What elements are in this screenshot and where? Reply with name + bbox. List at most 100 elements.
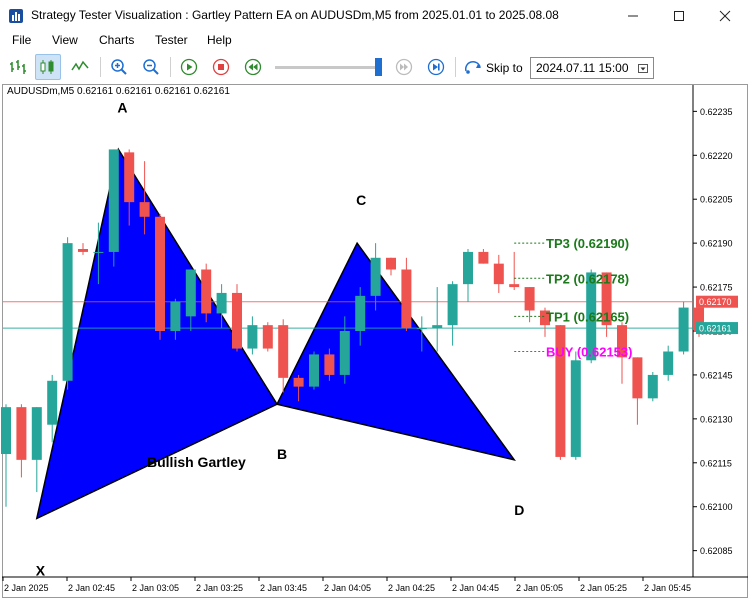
pattern-name-label: Bullish Gartley xyxy=(147,454,246,470)
line-chart-icon xyxy=(71,60,89,71)
candle-29 xyxy=(447,281,458,346)
window-title: Strategy Tester Visualization : Gartley … xyxy=(31,8,559,22)
time-tick-label-1: 2 Jan 02:45 xyxy=(68,583,115,593)
candle-body xyxy=(678,307,689,352)
candle-body xyxy=(293,377,304,387)
candle-28 xyxy=(432,287,443,352)
candle-33 xyxy=(509,251,520,290)
toolbar-separator xyxy=(170,57,171,77)
candle-body xyxy=(524,287,535,311)
candle-body xyxy=(139,202,150,217)
candle-body xyxy=(432,325,443,329)
candle-body xyxy=(232,292,242,349)
skip-to-label: Skip to xyxy=(486,61,523,75)
speed-slider-thumb[interactable] xyxy=(375,58,382,76)
price-tick-label-7: 0.62130 xyxy=(700,414,733,424)
candlestick-button[interactable] xyxy=(35,54,61,80)
time-tick-label-2: 2 Jan 03:05 xyxy=(132,583,179,593)
level-label-2: TP1 (0.62165) xyxy=(546,309,629,324)
candle-body xyxy=(447,284,458,326)
bar-chart-button[interactable] xyxy=(5,54,31,80)
menu-charts[interactable]: Charts xyxy=(99,33,134,47)
candle-1 xyxy=(16,404,27,478)
play-icon xyxy=(180,58,198,76)
maximize-icon xyxy=(674,10,684,21)
stop-button[interactable] xyxy=(208,54,234,80)
candle-32 xyxy=(493,254,504,293)
candle-body xyxy=(370,257,381,296)
level-label-1: TP2 (0.62178) xyxy=(546,271,629,286)
symbol-ohlc-info: AUDUSDm,M5 0.62161 0.62161 0.62161 0.621… xyxy=(7,86,230,97)
time-tick-label-8: 2 Jan 05:05 xyxy=(516,583,563,593)
calendar-dropdown-icon[interactable] xyxy=(635,60,651,76)
price-tick-label-3: 0.62190 xyxy=(700,239,733,249)
candle-body xyxy=(647,374,658,399)
stop-icon xyxy=(212,58,230,76)
candle-body xyxy=(31,407,42,460)
candle-body xyxy=(339,331,350,375)
zoom-out-button[interactable] xyxy=(138,54,164,80)
line-chart-button[interactable] xyxy=(67,54,93,80)
candle-10 xyxy=(155,213,165,340)
price-tick-label-8: 0.62115 xyxy=(700,458,732,468)
candle-body xyxy=(247,325,258,349)
menu-help[interactable]: Help xyxy=(207,33,232,47)
menu-file[interactable]: File xyxy=(12,33,31,47)
skip-to-button[interactable] xyxy=(460,54,486,80)
candle-body xyxy=(632,357,643,399)
bid-price-label: 0.62161 xyxy=(699,324,732,334)
level-label-3: BUY (0.62153) xyxy=(546,345,632,360)
point-label-a: A xyxy=(117,99,127,115)
zoom-in-button[interactable] xyxy=(106,54,132,80)
pattern-triangle-bcd xyxy=(275,241,516,462)
rewind-button[interactable] xyxy=(240,54,266,80)
skip-to-date-value: 2024.07.11 15:00 xyxy=(536,61,629,75)
bar-chart-icon xyxy=(10,60,26,74)
time-tick-label-3: 2 Jan 03:25 xyxy=(196,583,243,593)
candle-25 xyxy=(386,257,396,276)
candle-7 xyxy=(108,149,119,267)
price-tick-label-10: 0.62085 xyxy=(700,546,733,556)
candle-body xyxy=(355,295,366,331)
minimize-icon xyxy=(628,15,638,16)
candle-body xyxy=(201,269,212,314)
time-tick-label-6: 2 Jan 04:25 xyxy=(388,583,435,593)
step-forward-button[interactable] xyxy=(391,54,417,80)
toolbar-separator xyxy=(455,57,456,77)
candle-body xyxy=(185,269,196,317)
maximize-button[interactable] xyxy=(656,0,702,31)
title-bar: Strategy Tester Visualization : Gartley … xyxy=(0,0,749,31)
play-button[interactable] xyxy=(176,54,202,80)
candle-42 xyxy=(647,372,658,402)
menu-view[interactable]: View xyxy=(52,33,78,47)
speed-slider-track[interactable] xyxy=(275,66,380,69)
candle-26 xyxy=(401,257,412,331)
price-tick-label-2: 0.62205 xyxy=(700,195,733,205)
level-label-0: TP3 (0.62190) xyxy=(546,236,629,251)
candle-body xyxy=(278,325,289,378)
skip-to-date-picker[interactable]: 2024.07.11 15:00 xyxy=(530,57,654,79)
candle-30 xyxy=(463,249,473,302)
ask-price-label: 0.62170 xyxy=(699,297,732,307)
candle-4 xyxy=(62,237,73,390)
candle-body xyxy=(47,380,58,425)
candlestick-icon xyxy=(40,60,54,74)
minimize-button[interactable] xyxy=(610,0,656,31)
candle-body xyxy=(262,325,273,349)
close-button[interactable] xyxy=(702,0,748,31)
skip-to-end-button[interactable] xyxy=(423,54,449,80)
price-tick-label-1: 0.62220 xyxy=(700,151,733,161)
candle-41 xyxy=(632,357,643,425)
candle-44 xyxy=(678,301,689,355)
candle-body xyxy=(108,149,119,252)
candle-2 xyxy=(31,407,42,493)
point-label-b: B xyxy=(277,446,287,462)
candle-body xyxy=(663,351,674,375)
price-chart[interactable]: 0.62235 0.62220 0.62205 0.62190 0.62175 0.621… xyxy=(0,84,749,598)
candle-body xyxy=(416,328,427,330)
step-forward-icon xyxy=(395,58,413,76)
candle-body xyxy=(401,269,412,329)
candle-body xyxy=(16,407,27,460)
candle-20 xyxy=(309,351,319,390)
menu-tester[interactable]: Tester xyxy=(155,33,188,47)
